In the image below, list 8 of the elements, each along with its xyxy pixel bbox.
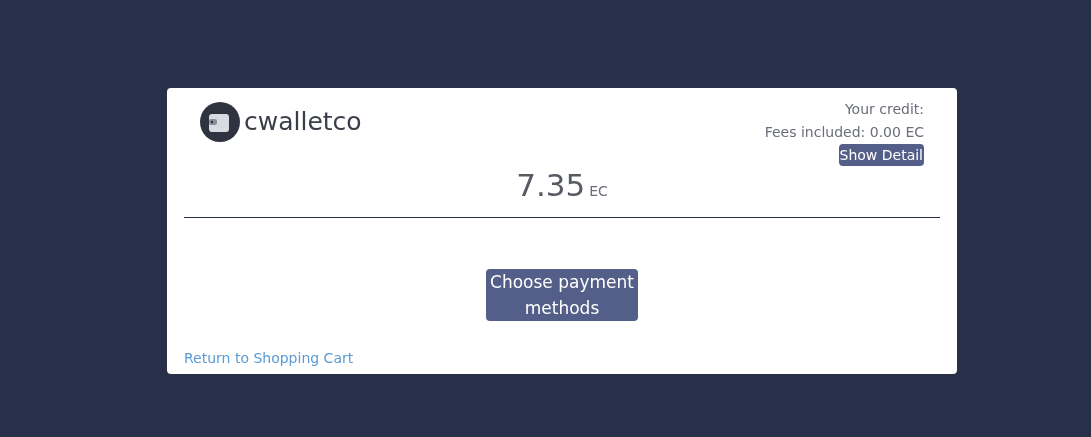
amount-value: 7.35 (516, 166, 586, 205)
wallet-logo-icon (200, 102, 240, 142)
show-detail-button[interactable]: Show Detail (838, 144, 924, 166)
fees-text: Fees included: 0.00 EC (764, 123, 924, 142)
credit-label: Your credit: (844, 100, 924, 119)
choose-payment-button[interactable]: Choose payment methods (486, 268, 638, 321)
brand-name: cwalletco (244, 106, 362, 139)
amount-unit: EC (589, 182, 608, 201)
